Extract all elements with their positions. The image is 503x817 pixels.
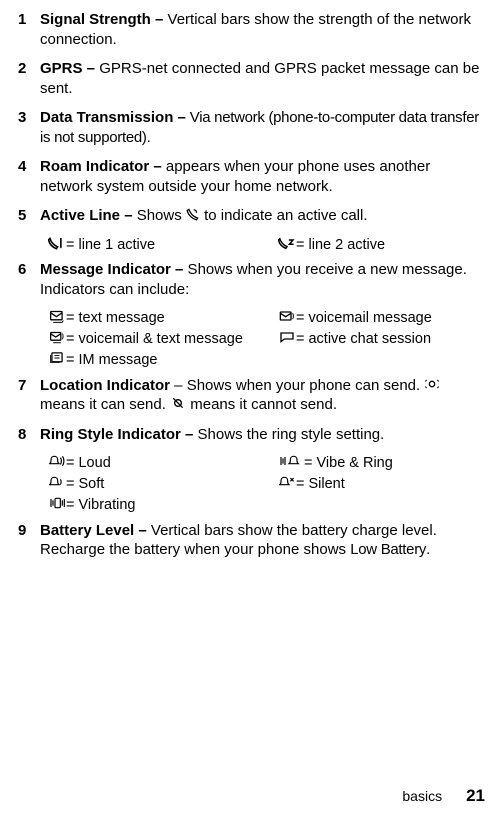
sub-vmail-cell: = voicemail message <box>278 309 485 328</box>
sub-msg-row3: = IM message <box>48 351 485 370</box>
item-5-title: Active Line – <box>40 207 133 224</box>
sub-ring-row2: = Soft = Silent <box>48 475 485 494</box>
sub-vibrating-label: = Vibrating <box>66 496 278 515</box>
item-9-body: Battery Level – Vertical bars show the b… <box>40 521 485 560</box>
sub-chat-cell: = active chat session <box>278 330 485 349</box>
page: 1 Signal Strength – Vertical bars show t… <box>0 0 503 817</box>
item-2-title: GPRS – <box>40 60 95 77</box>
item-9-number: 9 <box>18 521 40 560</box>
sub-ring-row1: = Loud = Vibe & Ring <box>48 454 485 473</box>
page-footer: basics 21 <box>402 785 485 807</box>
item-5-desc-pre: Shows <box>133 207 186 224</box>
footer-page-number: 21 <box>466 786 485 805</box>
item-2: 2 GPRS – GPRS-net connected and GPRS pac… <box>18 59 485 98</box>
vibe-ring-icon <box>278 454 304 472</box>
item-9-lowbatt: Low Battery <box>350 541 426 558</box>
sub-vibring-label: = Vibe & Ring <box>304 454 485 473</box>
silent-icon <box>278 475 296 493</box>
item-1-body: Signal Strength – Vertical bars show the… <box>40 10 485 49</box>
item-1-title: Signal Strength – <box>40 11 163 28</box>
item-7-body: Location Indicator – Shows when your pho… <box>40 376 485 415</box>
item-3-title: Data Transmission – <box>40 109 186 126</box>
item-6-body: Message Indicator – Shows when you recei… <box>40 260 485 299</box>
item-5-desc-post: to indicate an active call. <box>200 207 368 224</box>
sub-vibring-cell: = Vibe & Ring <box>278 454 485 473</box>
item-4-number: 4 <box>18 157 40 196</box>
sub-loud-label: = Loud <box>66 454 278 473</box>
item-6-title: Message Indicator – <box>40 261 183 278</box>
im-message-icon <box>48 351 66 369</box>
item-9: 9 Battery Level – Vertical bars show the… <box>18 521 485 560</box>
sub-im-label: = IM message <box>66 351 278 370</box>
sub-line1-cell: = line 1 active <box>48 236 278 255</box>
item-5-body: Active Line – Shows to indicate an activ… <box>40 206 485 226</box>
item-4-title: Roam Indicator – <box>40 158 162 175</box>
sub-im-cell: = IM message <box>48 351 278 370</box>
sub-line2-cell: = line 2 active <box>278 236 485 255</box>
sub-message-indicators: = text message = voicemail message <box>48 309 485 370</box>
item-5: 5 Active Line – Shows to indicate an act… <box>18 206 485 226</box>
item-2-number: 2 <box>18 59 40 98</box>
item-4-body: Roam Indicator – appears when your phone… <box>40 157 485 196</box>
line1-icon <box>48 236 66 254</box>
sub-line2-label: = line 2 active <box>296 236 485 255</box>
location-cannot-send-icon <box>170 396 186 414</box>
sub-vmail-label: = voicemail message <box>296 309 485 328</box>
item-2-body: GPRS – GPRS-net connected and GPRS packe… <box>40 59 485 98</box>
item-8: 8 Ring Style Indicator – Shows the ring … <box>18 425 485 445</box>
item-3-number: 3 <box>18 108 40 147</box>
loud-icon <box>48 454 66 472</box>
active-call-icon <box>186 207 200 225</box>
sub-silent-label: = Silent <box>296 475 485 494</box>
sub-msg-row1: = text message = voicemail message <box>48 309 485 328</box>
chat-session-icon <box>278 330 296 348</box>
sub-ring-style: = Loud = Vibe & Ring <box>48 454 485 515</box>
text-message-icon <box>48 309 66 327</box>
item-3-body: Data Transmission – Via network (phone-t… <box>40 108 485 147</box>
item-7-desc-pre: – Shows when your phone can send. <box>170 377 424 394</box>
sub-active-line-row: = line 1 active = line 2 active <box>48 236 485 255</box>
item-8-desc: Shows the ring style setting. <box>193 426 384 443</box>
item-2-desc: GPRS-net connected and GPRS packet messa… <box>40 60 479 97</box>
item-6-number: 6 <box>18 260 40 299</box>
sub-vtext-label: = voicemail & text message <box>66 330 278 349</box>
sub-soft-cell: = Soft <box>48 475 278 494</box>
sub-msg-row2: = voicemail & text message = active chat… <box>48 330 485 349</box>
sub-vtext-cell: = voicemail & text message <box>48 330 278 349</box>
location-can-send-icon <box>424 377 440 395</box>
item-9-title: Battery Level – <box>40 522 147 539</box>
item-1: 1 Signal Strength – Vertical bars show t… <box>18 10 485 49</box>
sub-soft-label: = Soft <box>66 475 278 494</box>
sub-loud-cell: = Loud <box>48 454 278 473</box>
vibrating-icon <box>48 496 66 514</box>
sub-chat-label: = active chat session <box>296 330 485 349</box>
item-8-title: Ring Style Indicator – <box>40 426 193 443</box>
footer-section: basics <box>402 788 442 804</box>
item-7-desc-mid: means it can send. <box>40 396 170 413</box>
item-5-number: 5 <box>18 206 40 226</box>
item-7: 7 Location Indicator – Shows when your p… <box>18 376 485 415</box>
item-9-desc-post: . <box>426 541 430 558</box>
item-1-number: 1 <box>18 10 40 49</box>
sub-text-cell: = text message <box>48 309 278 328</box>
voicemail-text-icon <box>48 330 66 348</box>
item-4: 4 Roam Indicator – appears when your pho… <box>18 157 485 196</box>
item-8-number: 8 <box>18 425 40 445</box>
soft-icon <box>48 475 66 493</box>
item-7-title: Location Indicator <box>40 377 170 394</box>
item-8-body: Ring Style Indicator – Shows the ring st… <box>40 425 485 445</box>
sub-text-label: = text message <box>66 309 278 328</box>
sub-active-line: = line 1 active = line 2 active <box>48 236 485 255</box>
item-3: 3 Data Transmission – Via network (phone… <box>18 108 485 147</box>
line2-icon <box>278 236 296 254</box>
sub-vibrating-cell: = Vibrating <box>48 496 278 515</box>
item-7-number: 7 <box>18 376 40 415</box>
item-6: 6 Message Indicator – Shows when you rec… <box>18 260 485 299</box>
sub-silent-cell: = Silent <box>278 475 485 494</box>
item-7-desc-post: means it cannot send. <box>186 396 337 413</box>
sub-line1-label: = line 1 active <box>66 236 278 255</box>
sub-ring-row3: = Vibrating <box>48 496 485 515</box>
voicemail-message-icon <box>278 309 296 327</box>
